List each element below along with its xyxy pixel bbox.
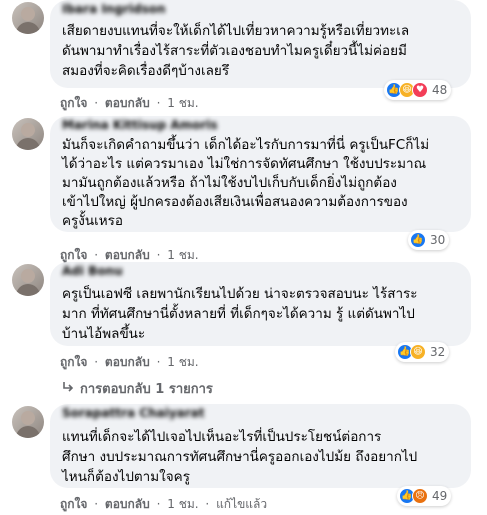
love-icon: ♥ — [412, 82, 428, 98]
avatar[interactable] — [12, 118, 44, 150]
comment-text: เสียดายงบแทนที่จะให้เด็กได้ไปเที่ยวหาควา… — [62, 23, 410, 79]
comment-actions: ถูกใจ · ตอบกลับ · 1 ชม. · แก้ไขแล้ว — [60, 497, 268, 511]
avatar[interactable] — [12, 406, 44, 438]
timestamp[interactable]: 1 ชม. — [167, 96, 198, 110]
reaction-summary[interactable]: 👍 😆 32 — [395, 342, 450, 362]
reaction-count: 49 — [432, 489, 448, 503]
timestamp[interactable]: 1 ชม. — [167, 248, 198, 262]
comment-bubble: Adi Bonu ครูเป็นเอฟซี เลยพานักเรียนไปด้ว… — [50, 262, 471, 346]
reaction-summary[interactable]: 👍 😠 49 — [397, 486, 452, 506]
comment-bubble: Sorapattra Chaiyarat แทนที่เด็กจะได้ไปเจ… — [50, 404, 471, 488]
edited-label[interactable]: แก้ไขแล้ว — [216, 497, 267, 511]
reaction-summary[interactable]: 👍 30 — [408, 230, 450, 250]
reply-button[interactable]: ตอบกลับ — [105, 355, 150, 369]
like-icon: 👍 — [410, 232, 426, 248]
reaction-count: 30 — [430, 233, 446, 247]
comment-author[interactable]: Adi Bonu — [62, 264, 123, 278]
comment-text: มันก็จะเกิดคำถามขึ้นว่า เด็กได้อะไรกับกา… — [62, 137, 430, 229]
comment-author[interactable]: Marina Kittisup Amoris — [62, 118, 218, 132]
comment-actions: ถูกใจ · ตอบกลับ · 1 ชม. — [60, 96, 199, 110]
haha-icon: 😆 — [410, 344, 426, 360]
timestamp[interactable]: 1 ชม. — [167, 355, 198, 369]
like-button[interactable]: ถูกใจ — [60, 497, 87, 511]
angry-icon: 😠 — [412, 488, 428, 504]
comment-text: แทนที่เด็กจะได้ไปเจอไปเห็นอะไรที่เป็นประ… — [62, 429, 418, 485]
comment-bubble: Ibara Ingridson เสียดายงบแทนที่จะให้เด็ก… — [50, 0, 471, 88]
comment-author[interactable]: Sorapattra Chaiyarat — [62, 406, 205, 420]
like-button[interactable]: ถูกใจ — [60, 355, 87, 369]
comment-author[interactable]: Ibara Ingridson — [62, 2, 166, 16]
reaction-summary[interactable]: 👍 😆 ♥ 48 — [384, 80, 452, 100]
comment-bubble: Marina Kittisup Amoris มันก็จะเกิดคำถามข… — [50, 116, 471, 232]
reply-button[interactable]: ตอบกลับ — [105, 248, 150, 262]
like-button[interactable]: ถูกใจ — [60, 248, 87, 262]
reply-arrow-icon — [62, 381, 74, 397]
reply-button[interactable]: ตอบกลับ — [105, 497, 150, 511]
comment-text: ครูเป็นเอฟซี เลยพานักเรียนไปด้วย น่าจะตร… — [62, 286, 418, 342]
reaction-count: 32 — [430, 345, 446, 359]
avatar[interactable] — [12, 264, 44, 296]
reply-button[interactable]: ตอบกลับ — [105, 96, 150, 110]
like-button[interactable]: ถูกใจ — [60, 96, 87, 110]
comment-actions: ถูกใจ · ตอบกลับ · 1 ชม. — [60, 355, 199, 369]
reaction-count: 48 — [432, 83, 448, 97]
avatar[interactable] — [12, 2, 44, 34]
timestamp[interactable]: 1 ชม. — [167, 497, 198, 511]
view-replies-link[interactable]: การตอบกลับ 1 รายการ — [62, 378, 213, 399]
